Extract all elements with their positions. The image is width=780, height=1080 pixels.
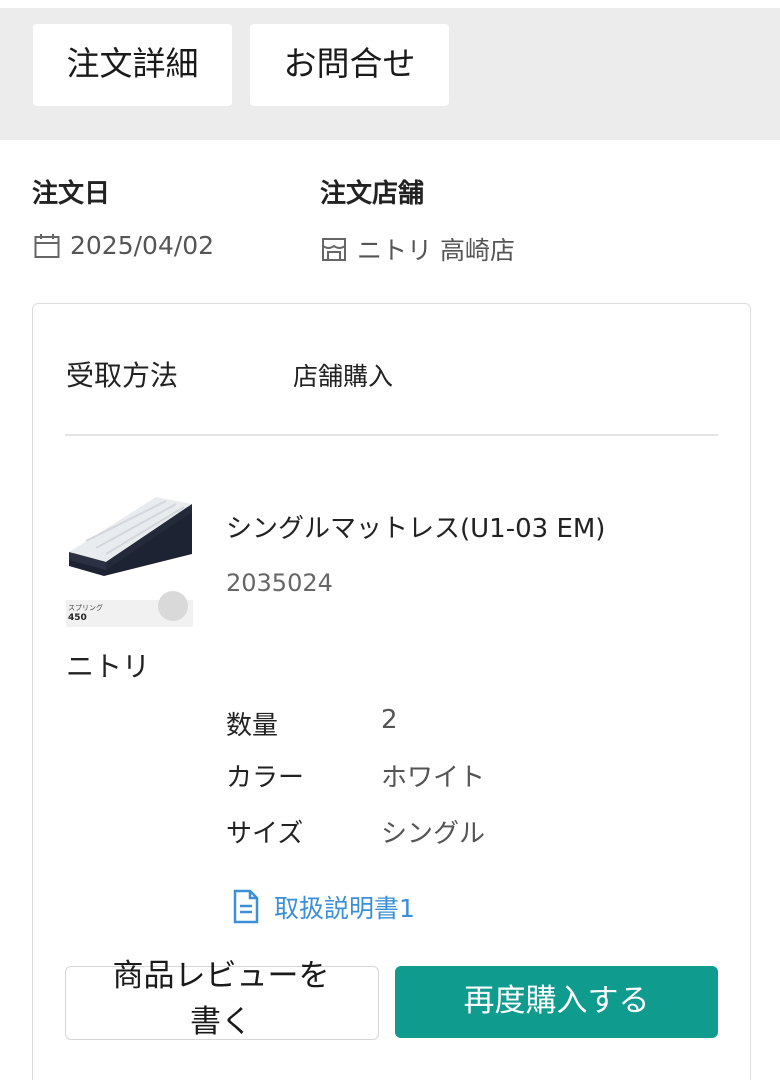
spec-color-label: カラー — [226, 763, 305, 793]
product-name[interactable]: シングルマットレス(U1-03 EM) — [226, 508, 605, 545]
calendar-icon — [34, 233, 60, 258]
rebuy-button[interactable]: 再度購入する — [395, 966, 718, 1038]
order-store-label: 注文店舗 — [320, 179, 425, 209]
spec-size-value: シングル — [381, 819, 486, 849]
write-review-label: 商品レビューを 書く — [65, 953, 377, 1045]
document-icon — [233, 889, 259, 924]
spec-color-value: ホワイト — [381, 763, 486, 793]
tab-order-detail[interactable]: 注文詳細 — [33, 24, 232, 106]
write-review-label-line2: 書く — [190, 1004, 252, 1040]
spec-quantity-value: 2 — [381, 705, 398, 735]
write-review-label-line1: 商品レビューを — [112, 958, 330, 994]
page: 注文詳細 お問合せ 注文日 注文店舗 2025/04/02 ニトリ 高崎店 受取… — [0, 0, 780, 1080]
order-store-value: ニトリ 高崎店 — [357, 236, 515, 265]
store-icon — [322, 238, 346, 261]
order-store: ニトリ 高崎店 — [320, 231, 515, 267]
order-date: 2025/04/02 — [33, 231, 214, 260]
spec-size-label: サイズ — [226, 819, 304, 849]
svg-text:450: 450 — [68, 613, 87, 623]
order-date-label: 注文日 — [32, 179, 111, 209]
product-image[interactable]: スプリング 450 — [66, 496, 193, 627]
divider — [65, 434, 718, 436]
manual-link[interactable]: 取扱説明書1 — [232, 889, 415, 925]
receive-method-value: 店舗購入 — [293, 362, 394, 391]
spec-quantity-label: 数量 — [226, 711, 279, 741]
tab-inquiry[interactable]: お問合せ — [250, 24, 449, 106]
receive-method-label: 受取方法 — [66, 359, 179, 392]
mattress-image: スプリング 450 — [66, 496, 193, 627]
product-code: 2035024 — [226, 569, 333, 597]
manual-link-label: 取扱説明書1 — [274, 894, 415, 923]
order-date-value: 2025/04/02 — [70, 231, 215, 260]
product-brand: ニトリ — [66, 650, 151, 683]
svg-text:スプリング: スプリング — [68, 603, 103, 612]
